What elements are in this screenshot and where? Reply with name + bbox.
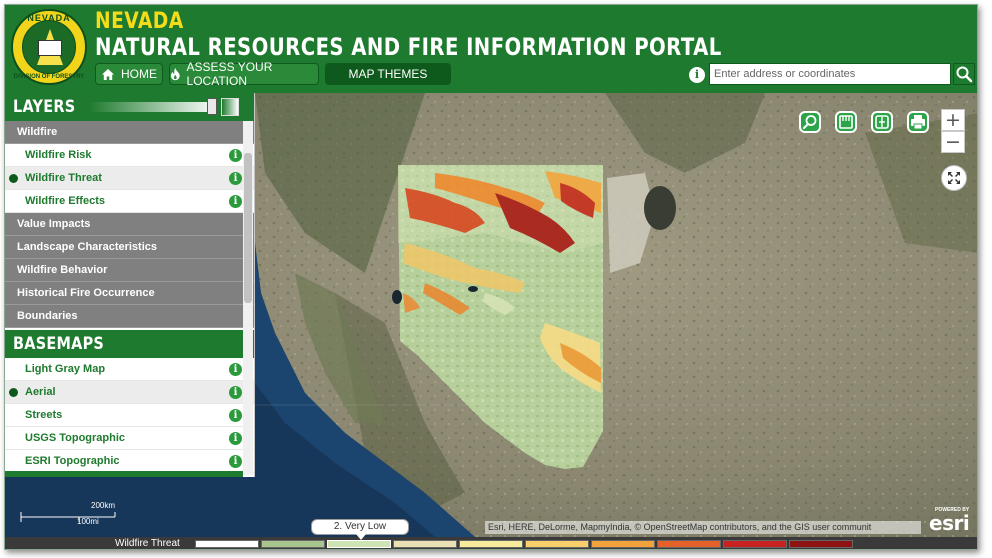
layers-title: LAYERS bbox=[13, 97, 76, 117]
basemap-item-streets[interactable]: Streets i bbox=[5, 404, 254, 427]
layer-item-wildfire-effects[interactable]: Wildfire Effects i bbox=[5, 190, 254, 213]
division-of-forestry-logo: NEVADA DIVISION OF FORESTRY bbox=[11, 9, 87, 85]
sign-icon bbox=[38, 40, 62, 56]
legend-swatch-3[interactable] bbox=[327, 540, 391, 548]
map-themes-button[interactable]: MAP THEMES bbox=[325, 63, 451, 85]
info-icon[interactable]: i bbox=[229, 363, 242, 376]
map-attribution: Esri, HERE, DeLorme, MapmyIndia, © OpenS… bbox=[485, 521, 921, 534]
site-title: NATURAL RESOURCES AND FIRE INFORMATION P… bbox=[95, 33, 722, 61]
measure-button[interactable] bbox=[871, 111, 893, 133]
opacity-icon bbox=[221, 98, 239, 116]
legend-swatch-5[interactable] bbox=[459, 540, 523, 548]
layer-item-label: Wildfire Effects bbox=[25, 195, 105, 207]
basemap-item-light-gray[interactable]: Light Gray Map i bbox=[5, 358, 254, 381]
layer-group-wildfire[interactable]: Wildfire bbox=[5, 121, 254, 144]
selected-indicator-icon bbox=[9, 388, 18, 397]
scale-bar bbox=[20, 512, 116, 522]
selected-indicator-icon bbox=[9, 174, 18, 183]
assess-label: ASSESS YOUR LOCATION bbox=[186, 60, 273, 88]
basemap-item-label: Aerial bbox=[25, 386, 56, 398]
home-icon bbox=[102, 68, 114, 80]
search-button[interactable] bbox=[953, 63, 975, 85]
layer-group-historical-fire-occurrence[interactable]: Historical Fire Occurrence bbox=[5, 282, 254, 305]
map-themes-label: MAP THEMES bbox=[348, 67, 428, 81]
print-button[interactable] bbox=[907, 111, 929, 133]
panel-scrollbar-thumb[interactable] bbox=[244, 153, 252, 303]
info-icon[interactable]: i bbox=[229, 455, 242, 468]
layer-item-label: Wildfire Threat bbox=[25, 172, 102, 184]
basemaps-title: BASEMAPS bbox=[13, 334, 105, 354]
home-button[interactable]: HOME bbox=[95, 63, 163, 85]
info-icon[interactable]: i bbox=[689, 67, 705, 83]
magnifier-icon bbox=[803, 115, 817, 129]
info-icon[interactable]: i bbox=[229, 195, 242, 208]
basemap-item-aerial[interactable]: Aerial i bbox=[5, 381, 254, 404]
zoom-in-button[interactable]: + bbox=[941, 109, 965, 131]
opacity-slider-handle[interactable] bbox=[207, 98, 217, 115]
zoom-to-button[interactable] bbox=[799, 111, 821, 133]
app-window: NEVADA DIVISION OF FORESTRY NEVADA NATUR… bbox=[4, 4, 978, 550]
header: NEVADA DIVISION OF FORESTRY NEVADA NATUR… bbox=[5, 5, 977, 93]
next-section-header bbox=[5, 471, 243, 477]
legend-swatch-7[interactable] bbox=[591, 540, 655, 548]
search-icon bbox=[956, 66, 973, 83]
basemap-item-label: Light Gray Map bbox=[25, 363, 106, 375]
legend-swatch-10[interactable] bbox=[789, 540, 853, 548]
info-icon[interactable]: i bbox=[229, 172, 242, 185]
info-icon[interactable]: i bbox=[229, 432, 242, 445]
basemap-item-label: USGS Topographic bbox=[25, 432, 126, 444]
expand-arrows-icon bbox=[948, 172, 960, 184]
flame-icon bbox=[170, 67, 180, 81]
legend-title: Wildfire Threat bbox=[115, 538, 180, 549]
full-extent-button[interactable] bbox=[941, 165, 967, 191]
scale-km-label: 200km bbox=[91, 501, 116, 510]
legend-swatch-9[interactable] bbox=[723, 540, 787, 548]
measure-icon bbox=[875, 115, 889, 129]
assess-location-button[interactable]: ASSESS YOUR LOCATION bbox=[169, 60, 319, 88]
bookmark-button[interactable] bbox=[835, 111, 857, 133]
layer-group-boundaries[interactable]: Boundaries bbox=[5, 305, 254, 328]
esri-logo[interactable]: esri bbox=[929, 511, 970, 535]
legend-swatch-1[interactable] bbox=[195, 540, 259, 548]
printer-icon bbox=[911, 115, 925, 130]
bookmark-icon bbox=[839, 115, 853, 129]
layer-group-wildfire-behavior[interactable]: Wildfire Behavior bbox=[5, 259, 254, 282]
layers-panel: LAYERS Wildfire Wildfire Risk i Wildfire… bbox=[5, 93, 255, 477]
basemap-item-esri-topographic[interactable]: ESRI Topographic i bbox=[5, 450, 254, 473]
logo-text-bottom: DIVISION OF FORESTRY bbox=[13, 74, 85, 80]
opacity-slider[interactable] bbox=[89, 102, 217, 112]
basemaps-header: BASEMAPS bbox=[5, 330, 254, 358]
legend-swatch-8[interactable] bbox=[657, 540, 721, 548]
layer-item-label: Wildfire Risk bbox=[25, 149, 92, 161]
search-input[interactable] bbox=[709, 63, 951, 85]
scale-mi-label: 100mi bbox=[77, 517, 99, 526]
legend-swatch-4[interactable] bbox=[393, 540, 457, 548]
zoom-out-button[interactable]: − bbox=[941, 131, 965, 153]
layer-group-landscape-characteristics[interactable]: Landscape Characteristics bbox=[5, 236, 254, 259]
legend-tooltip: 2. Very Low bbox=[311, 519, 409, 540]
info-icon[interactable]: i bbox=[229, 149, 242, 162]
legend-swatch-6[interactable] bbox=[525, 540, 589, 548]
site-title-state: NEVADA bbox=[95, 9, 184, 34]
layer-item-wildfire-threat[interactable]: Wildfire Threat i bbox=[5, 167, 254, 190]
layers-header: LAYERS bbox=[5, 93, 254, 121]
info-icon[interactable]: i bbox=[229, 386, 242, 399]
legend-swatch-2[interactable] bbox=[261, 540, 325, 548]
layer-group-value-impacts[interactable]: Value Impacts bbox=[5, 213, 254, 236]
basemap-item-usgs-topographic[interactable]: USGS Topographic i bbox=[5, 427, 254, 450]
info-icon[interactable]: i bbox=[229, 409, 242, 422]
basemap-item-label: ESRI Topographic bbox=[25, 455, 120, 467]
basemap-item-label: Streets bbox=[25, 409, 63, 421]
layer-item-wildfire-risk[interactable]: Wildfire Risk i bbox=[5, 144, 254, 167]
home-label: HOME bbox=[121, 67, 157, 81]
